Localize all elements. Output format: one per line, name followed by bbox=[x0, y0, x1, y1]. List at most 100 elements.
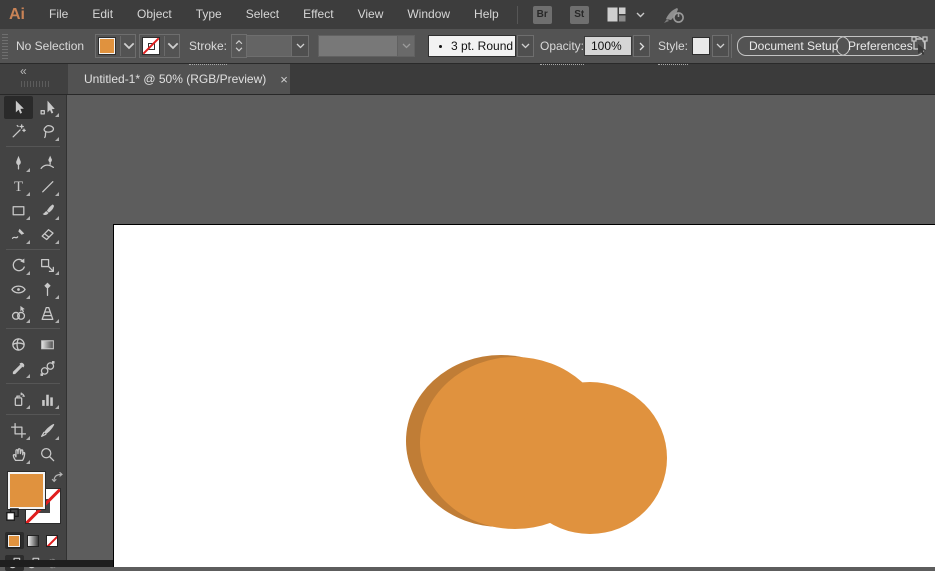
selection-tool[interactable] bbox=[4, 96, 33, 119]
eraser-tool[interactable] bbox=[33, 223, 62, 246]
tab-close-icon[interactable]: × bbox=[280, 73, 288, 86]
chevron-down-icon[interactable] bbox=[235, 47, 243, 52]
artwork-layer bbox=[68, 95, 935, 567]
shaper-tool[interactable] bbox=[4, 223, 33, 246]
chevron-down-icon[interactable] bbox=[636, 12, 645, 18]
fill-color-control[interactable] bbox=[95, 34, 136, 58]
flyout-indicator bbox=[26, 271, 30, 275]
chevron-down-icon[interactable] bbox=[123, 42, 135, 50]
brush-dropdown-button[interactable] bbox=[517, 35, 534, 57]
stroke-weight-field[interactable] bbox=[247, 36, 291, 56]
menu-type[interactable]: Type bbox=[184, 0, 234, 29]
menu-edit[interactable]: Edit bbox=[80, 0, 125, 29]
opacity-field[interactable]: 100% bbox=[584, 36, 632, 56]
workspace-layout-icon[interactable] bbox=[607, 7, 626, 22]
none-swatch-button[interactable] bbox=[43, 532, 62, 549]
gradient-swatch-button[interactable] bbox=[24, 532, 43, 549]
type-tool[interactable]: T bbox=[4, 175, 33, 198]
style-link[interactable]: Style: bbox=[658, 29, 688, 65]
rectangle-icon bbox=[10, 202, 27, 219]
brush-preview-dot bbox=[439, 45, 442, 48]
chevron-right-icon bbox=[639, 42, 645, 51]
bridge-button[interactable]: Br bbox=[533, 6, 552, 24]
shape-builder-tool[interactable] bbox=[4, 302, 33, 325]
tools-panel: T bbox=[0, 95, 67, 560]
scale-tool[interactable] bbox=[33, 254, 62, 277]
swap-fill-stroke-icon[interactable] bbox=[51, 470, 65, 489]
menu-effect[interactable]: Effect bbox=[291, 0, 345, 29]
stroke-weight-stepper[interactable] bbox=[231, 34, 247, 58]
rotate-icon bbox=[10, 257, 27, 274]
right-ellipse[interactable] bbox=[513, 382, 667, 534]
document-tab[interactable]: Untitled-1* @ 50% (RGB/Preview) × bbox=[68, 64, 290, 94]
paintbrush-icon bbox=[39, 202, 56, 219]
paintbrush-tool[interactable] bbox=[33, 199, 62, 222]
width-icon bbox=[10, 281, 27, 298]
curvature-tool[interactable] bbox=[33, 151, 62, 174]
canvas-area[interactable] bbox=[68, 95, 935, 567]
document-setup-button[interactable]: Document Setup bbox=[737, 36, 850, 56]
slice-tool[interactable] bbox=[33, 419, 62, 442]
stroke-none-swatch[interactable] bbox=[143, 38, 159, 54]
isolate-selection-icon[interactable] bbox=[906, 29, 930, 63]
opacity-stepper-button[interactable] bbox=[633, 35, 650, 57]
chevron-down-icon[interactable] bbox=[291, 36, 308, 56]
menu-view[interactable]: View bbox=[346, 0, 396, 29]
curvature-icon bbox=[39, 154, 56, 171]
fill-color-swatch[interactable] bbox=[8, 472, 45, 509]
toolbar-divider bbox=[6, 328, 60, 329]
hand-tool[interactable] bbox=[4, 443, 33, 466]
brush-preset-field[interactable]: 3 pt. Round bbox=[428, 35, 516, 57]
pen-tool[interactable] bbox=[4, 151, 33, 174]
chevron-down-icon[interactable] bbox=[167, 42, 179, 50]
collapse-panel-button[interactable]: « bbox=[20, 64, 26, 78]
stock-button[interactable]: St bbox=[570, 6, 589, 24]
flyout-indicator bbox=[55, 295, 59, 299]
stroke-weight-combo[interactable] bbox=[246, 35, 309, 57]
lasso-tool[interactable] bbox=[33, 120, 62, 143]
blend-icon bbox=[39, 360, 56, 377]
stroke-link[interactable]: Stroke: bbox=[189, 29, 227, 65]
none-chip-icon bbox=[46, 535, 58, 547]
fill-swatch[interactable] bbox=[99, 38, 115, 54]
symbol-sprayer-tool[interactable] bbox=[4, 388, 33, 411]
zoom-tool[interactable] bbox=[33, 443, 62, 466]
flyout-indicator bbox=[55, 436, 59, 440]
rotate-tool[interactable] bbox=[4, 254, 33, 277]
pen-icon bbox=[10, 154, 27, 171]
blend-tool[interactable] bbox=[33, 357, 62, 380]
chevron-down-icon bbox=[397, 36, 414, 56]
color-swatch-button[interactable] bbox=[5, 532, 24, 549]
column-graph-tool[interactable] bbox=[33, 388, 62, 411]
stroke-color-control[interactable] bbox=[139, 34, 180, 58]
eyedropper-tool[interactable] bbox=[4, 357, 33, 380]
artboard-tool[interactable] bbox=[4, 419, 33, 442]
perspective-grid-tool[interactable] bbox=[33, 302, 62, 325]
mesh-tool[interactable] bbox=[4, 333, 33, 356]
chevron-up-icon[interactable] bbox=[235, 40, 243, 45]
gradient-tool[interactable] bbox=[33, 333, 62, 356]
puppet-warp-tool[interactable] bbox=[33, 278, 62, 301]
opacity-link[interactable]: Opacity: bbox=[540, 29, 584, 65]
gpu-performance-icon[interactable] bbox=[663, 6, 685, 24]
default-fill-stroke-icon[interactable] bbox=[5, 507, 20, 527]
style-swatch[interactable] bbox=[692, 37, 710, 55]
magic-wand-tool[interactable] bbox=[4, 120, 33, 143]
tool-panel-grip[interactable] bbox=[21, 81, 49, 87]
menu-object[interactable]: Object bbox=[125, 0, 184, 29]
width-tool[interactable] bbox=[4, 278, 33, 301]
menu-help[interactable]: Help bbox=[462, 0, 511, 29]
direct-selection-tool[interactable] bbox=[33, 96, 62, 119]
menu-window[interactable]: Window bbox=[395, 0, 462, 29]
menu-file[interactable]: File bbox=[37, 0, 80, 29]
style-dropdown-button[interactable] bbox=[712, 35, 729, 57]
selection-status-label: No Selection bbox=[16, 29, 84, 63]
flyout-indicator bbox=[26, 192, 30, 196]
flyout-indicator bbox=[55, 192, 59, 196]
rectangle-tool[interactable] bbox=[4, 199, 33, 222]
menu-select[interactable]: Select bbox=[234, 0, 291, 29]
flyout-indicator bbox=[55, 271, 59, 275]
panel-grip[interactable] bbox=[2, 33, 8, 59]
line-segment-tool[interactable] bbox=[33, 175, 62, 198]
direct-selection-icon bbox=[39, 99, 56, 116]
